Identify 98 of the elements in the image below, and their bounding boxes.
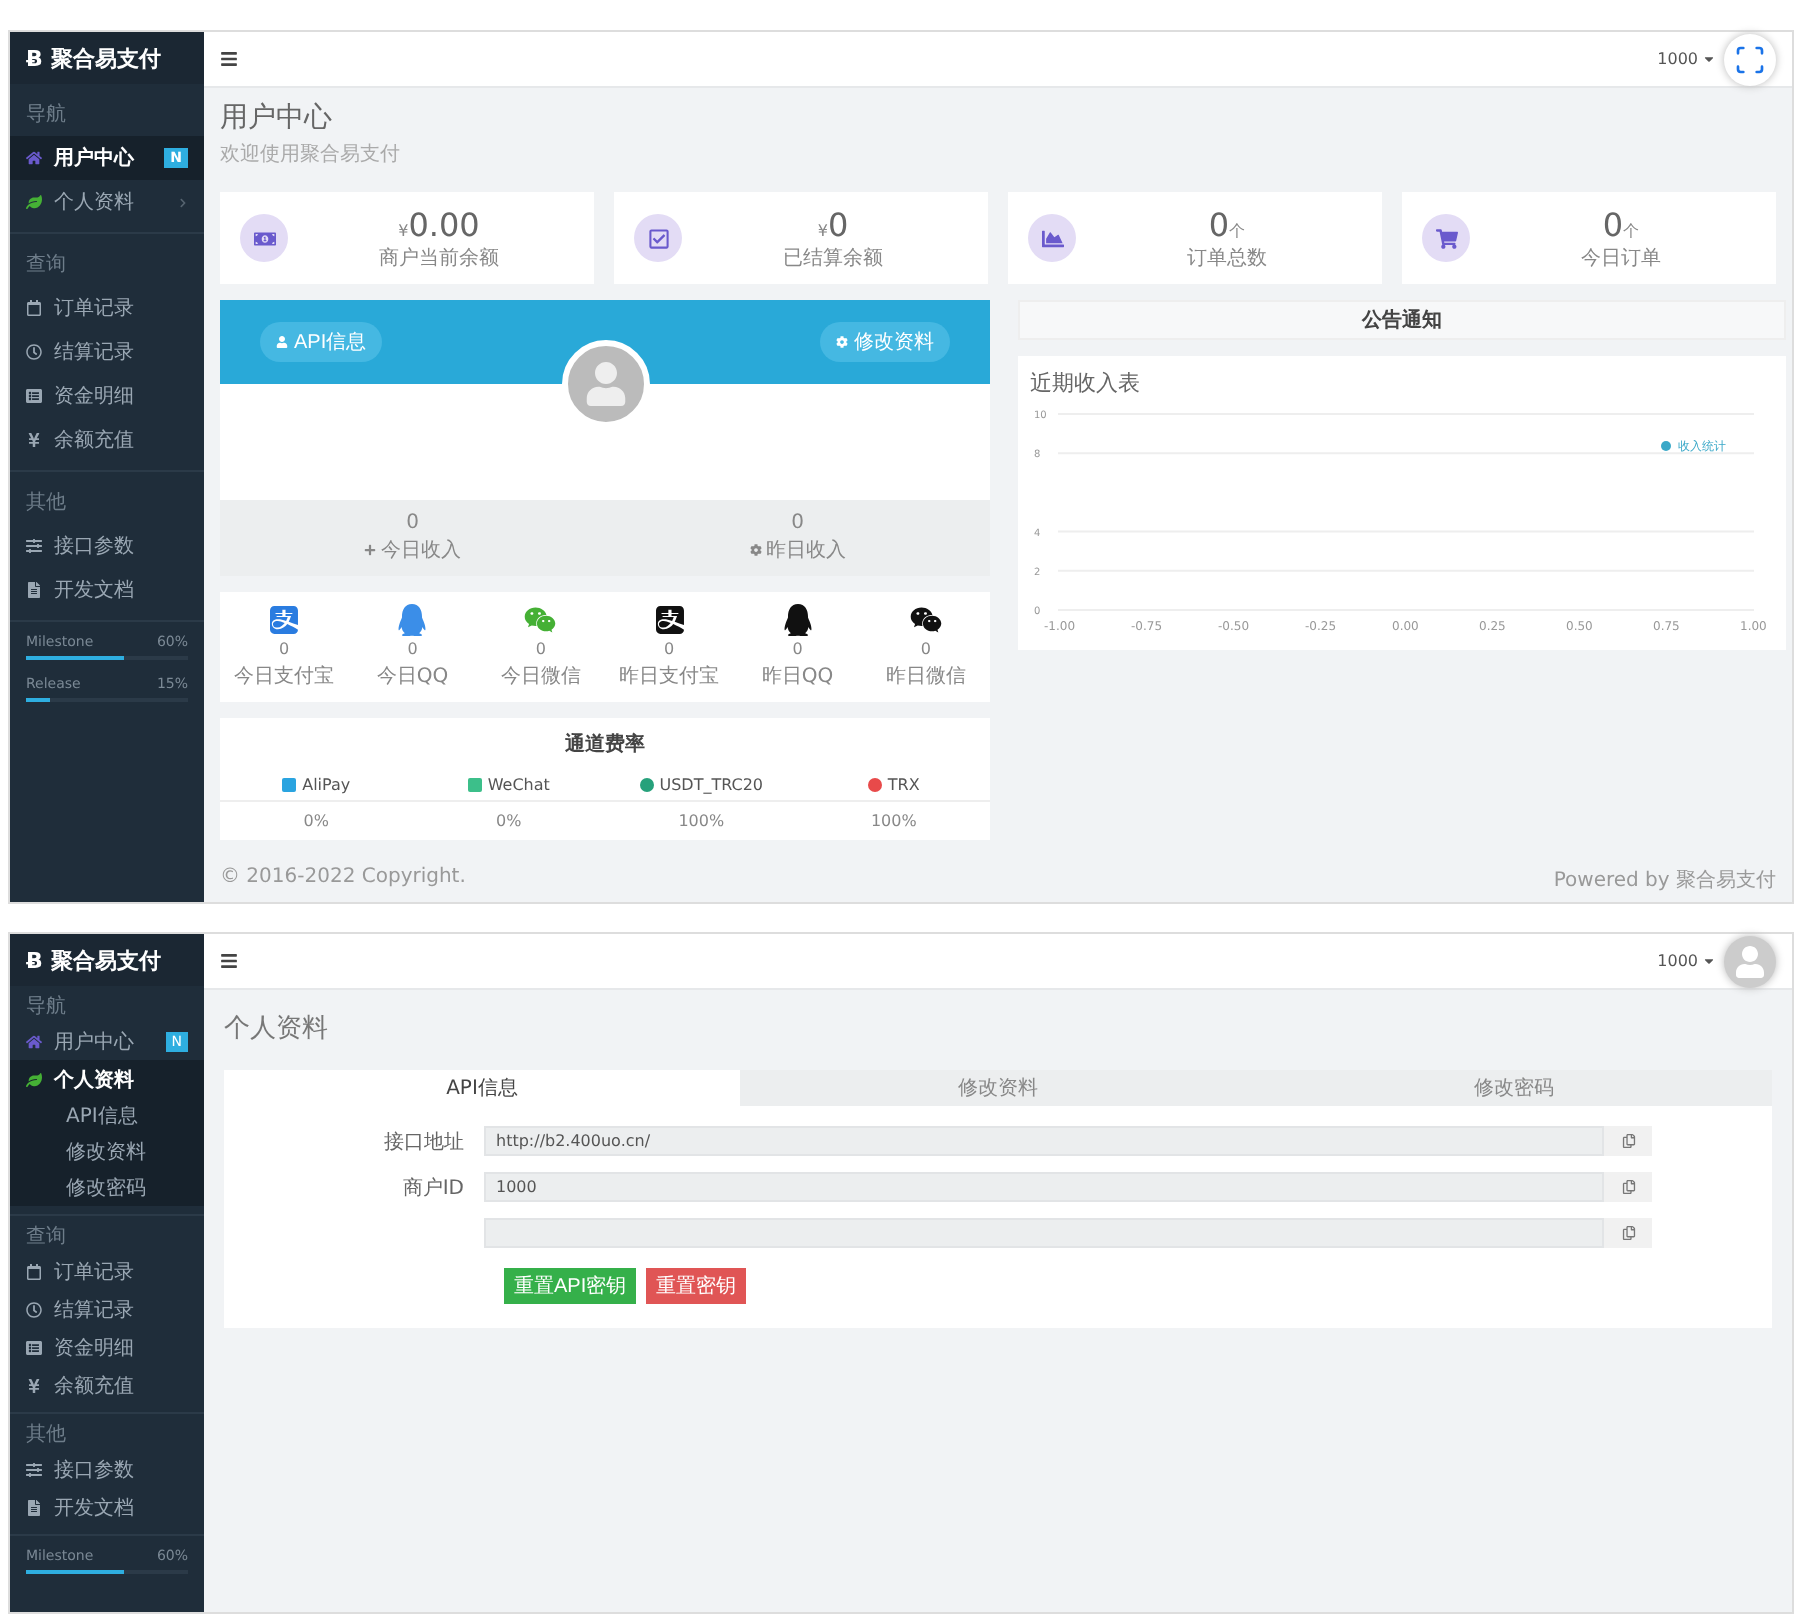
income-label: 昨日收入 bbox=[765, 537, 846, 564]
field-label: 商户ID bbox=[400, 1175, 466, 1201]
sidebar-item[interactable]: 接口参数 bbox=[10, 524, 204, 568]
rate-value: 100% bbox=[676, 810, 727, 834]
channel-label: 昨日微信 bbox=[885, 664, 966, 690]
channel-label: 今日微信 bbox=[500, 664, 581, 690]
channel-value: 0 bbox=[920, 640, 931, 658]
sidebar-heading: 其他 bbox=[24, 1421, 68, 1450]
sidebar-item[interactable]: 开发文档 bbox=[10, 568, 204, 612]
page-title: 个人资料 bbox=[222, 1012, 330, 1048]
caret-icon bbox=[1702, 954, 1716, 968]
copy-icon bbox=[1621, 1226, 1635, 1240]
input-field[interactable]: 1000 bbox=[484, 1172, 1604, 1202]
sidebar-heading: 查询 bbox=[24, 251, 68, 280]
channel-value: 0 bbox=[535, 640, 546, 658]
copyright-text: © 2016-2022 Copyright. bbox=[220, 866, 466, 892]
stat-icon bbox=[634, 214, 682, 262]
stat-icon bbox=[1422, 214, 1470, 262]
user-menu[interactable]: 1000 bbox=[1657, 952, 1716, 970]
tab[interactable]: 修改密码 bbox=[1256, 1070, 1772, 1106]
stat-value: 0个 bbox=[1602, 205, 1640, 243]
scan-button[interactable] bbox=[1724, 33, 1776, 85]
logo-mark: Ƀ bbox=[26, 45, 43, 71]
input-field[interactable] bbox=[484, 1218, 1604, 1248]
stat-label: 今日订单 bbox=[1581, 245, 1661, 271]
chevron-icon bbox=[178, 197, 188, 207]
rate-value: 100% bbox=[868, 810, 919, 834]
stat-label: 已结算余额 bbox=[783, 245, 883, 271]
income-value: 0 bbox=[791, 512, 804, 534]
sidebar-item[interactable]: 结算记录 bbox=[10, 330, 204, 374]
plus-icon bbox=[364, 544, 377, 556]
channel-label: 昨日QQ bbox=[761, 664, 834, 690]
channel-name: WeChat bbox=[487, 776, 550, 794]
sidebar-item[interactable]: 个人资料 bbox=[10, 180, 204, 224]
gear-icon bbox=[836, 336, 848, 348]
user-menu[interactable]: 1000 bbox=[1657, 50, 1716, 68]
sidebar-item[interactable]: 开发文档 bbox=[10, 1488, 204, 1526]
rates-title: 通道费率 bbox=[563, 730, 647, 760]
tab[interactable]: API信息 bbox=[224, 1070, 740, 1106]
sidebar-item[interactable]: 订单记录 bbox=[10, 286, 204, 330]
action-button[interactable]: 重置密钥 bbox=[646, 1268, 747, 1304]
rate-value: 0% bbox=[301, 810, 331, 834]
sidebar-item[interactable]: 余额充值 bbox=[10, 1366, 204, 1404]
notice-header: 公告通知 bbox=[1018, 300, 1786, 340]
channel-value: 0 bbox=[407, 640, 418, 658]
gear-icon bbox=[749, 544, 762, 556]
page-title: 用户中心 bbox=[220, 100, 334, 136]
channel-label: 昨日支付宝 bbox=[619, 663, 720, 690]
submenu-item[interactable]: API信息 bbox=[10, 1098, 204, 1134]
channel-name: AliPay bbox=[302, 776, 351, 794]
channel-value: 0 bbox=[279, 640, 290, 658]
channel-label: 今日支付宝 bbox=[234, 663, 335, 690]
channel-value: 0 bbox=[664, 640, 675, 658]
submenu-item[interactable]: 修改密码 bbox=[10, 1170, 204, 1206]
sidebar-heading: 导航 bbox=[24, 101, 68, 130]
sidebar-item[interactable]: 资金明细 bbox=[10, 1328, 204, 1366]
tab[interactable]: 修改资料 bbox=[740, 1070, 1256, 1106]
stat-label: 商户当前余额 bbox=[379, 245, 499, 271]
sidebar-item[interactable]: 订单记录 bbox=[10, 1252, 204, 1290]
stat-value: ¥0.00 bbox=[398, 205, 480, 243]
channel-name: USDT_TRC20 bbox=[659, 776, 764, 794]
copy-button[interactable] bbox=[1604, 1172, 1652, 1202]
rate-value: 0% bbox=[494, 810, 524, 834]
powered-by-text: Powered by 聚合易支付 bbox=[1553, 867, 1776, 894]
stat-value: ¥0 bbox=[817, 205, 849, 243]
person-icon bbox=[276, 336, 288, 348]
income-label: 今日收入 bbox=[380, 537, 461, 564]
sidebar-item[interactable]: 个人资料 bbox=[10, 1060, 204, 1098]
logo-mark: Ƀ bbox=[26, 947, 43, 973]
field-label: 接口地址 bbox=[382, 1129, 466, 1155]
copy-button[interactable] bbox=[1604, 1218, 1652, 1248]
stat-label: 订单总数 bbox=[1187, 245, 1267, 271]
brand-name: 聚合易支付 bbox=[50, 945, 161, 975]
brand-name: 聚合易支付 bbox=[50, 43, 161, 73]
stat-icon bbox=[240, 214, 288, 262]
channel-name: TRX bbox=[887, 776, 920, 794]
sidebar-item[interactable]: 接口参数 bbox=[10, 1450, 204, 1488]
sidebar-item[interactable]: 资金明细 bbox=[10, 374, 204, 418]
income-value: 0 bbox=[406, 512, 419, 534]
caret-icon bbox=[1702, 52, 1716, 66]
scan-icon bbox=[1734, 43, 1766, 75]
copy-icon bbox=[1621, 1134, 1635, 1148]
sidebar-heading: 查询 bbox=[24, 1223, 68, 1252]
page-subtitle: 欢迎使用聚合易支付 bbox=[220, 141, 402, 168]
copy-button[interactable] bbox=[1604, 1126, 1652, 1156]
submenu-item[interactable]: 修改资料 bbox=[10, 1134, 204, 1170]
stat-value: 0个 bbox=[1208, 205, 1246, 243]
sidebar-heading: 导航 bbox=[24, 993, 68, 1022]
chart-title: 近期收入表 bbox=[1030, 368, 1142, 398]
channel-label: 今日QQ bbox=[376, 664, 449, 690]
input-field[interactable]: http://b2.400uo.cn/ bbox=[484, 1126, 1604, 1156]
person-icon bbox=[1734, 945, 1766, 977]
stat-icon bbox=[1028, 214, 1076, 262]
copy-icon bbox=[1621, 1180, 1635, 1194]
sidebar-item[interactable]: 余额充值 bbox=[10, 418, 204, 462]
sidebar-item[interactable]: 结算记录 bbox=[10, 1290, 204, 1328]
sidebar-heading: 其他 bbox=[24, 489, 68, 518]
channel-value: 0 bbox=[792, 640, 803, 658]
